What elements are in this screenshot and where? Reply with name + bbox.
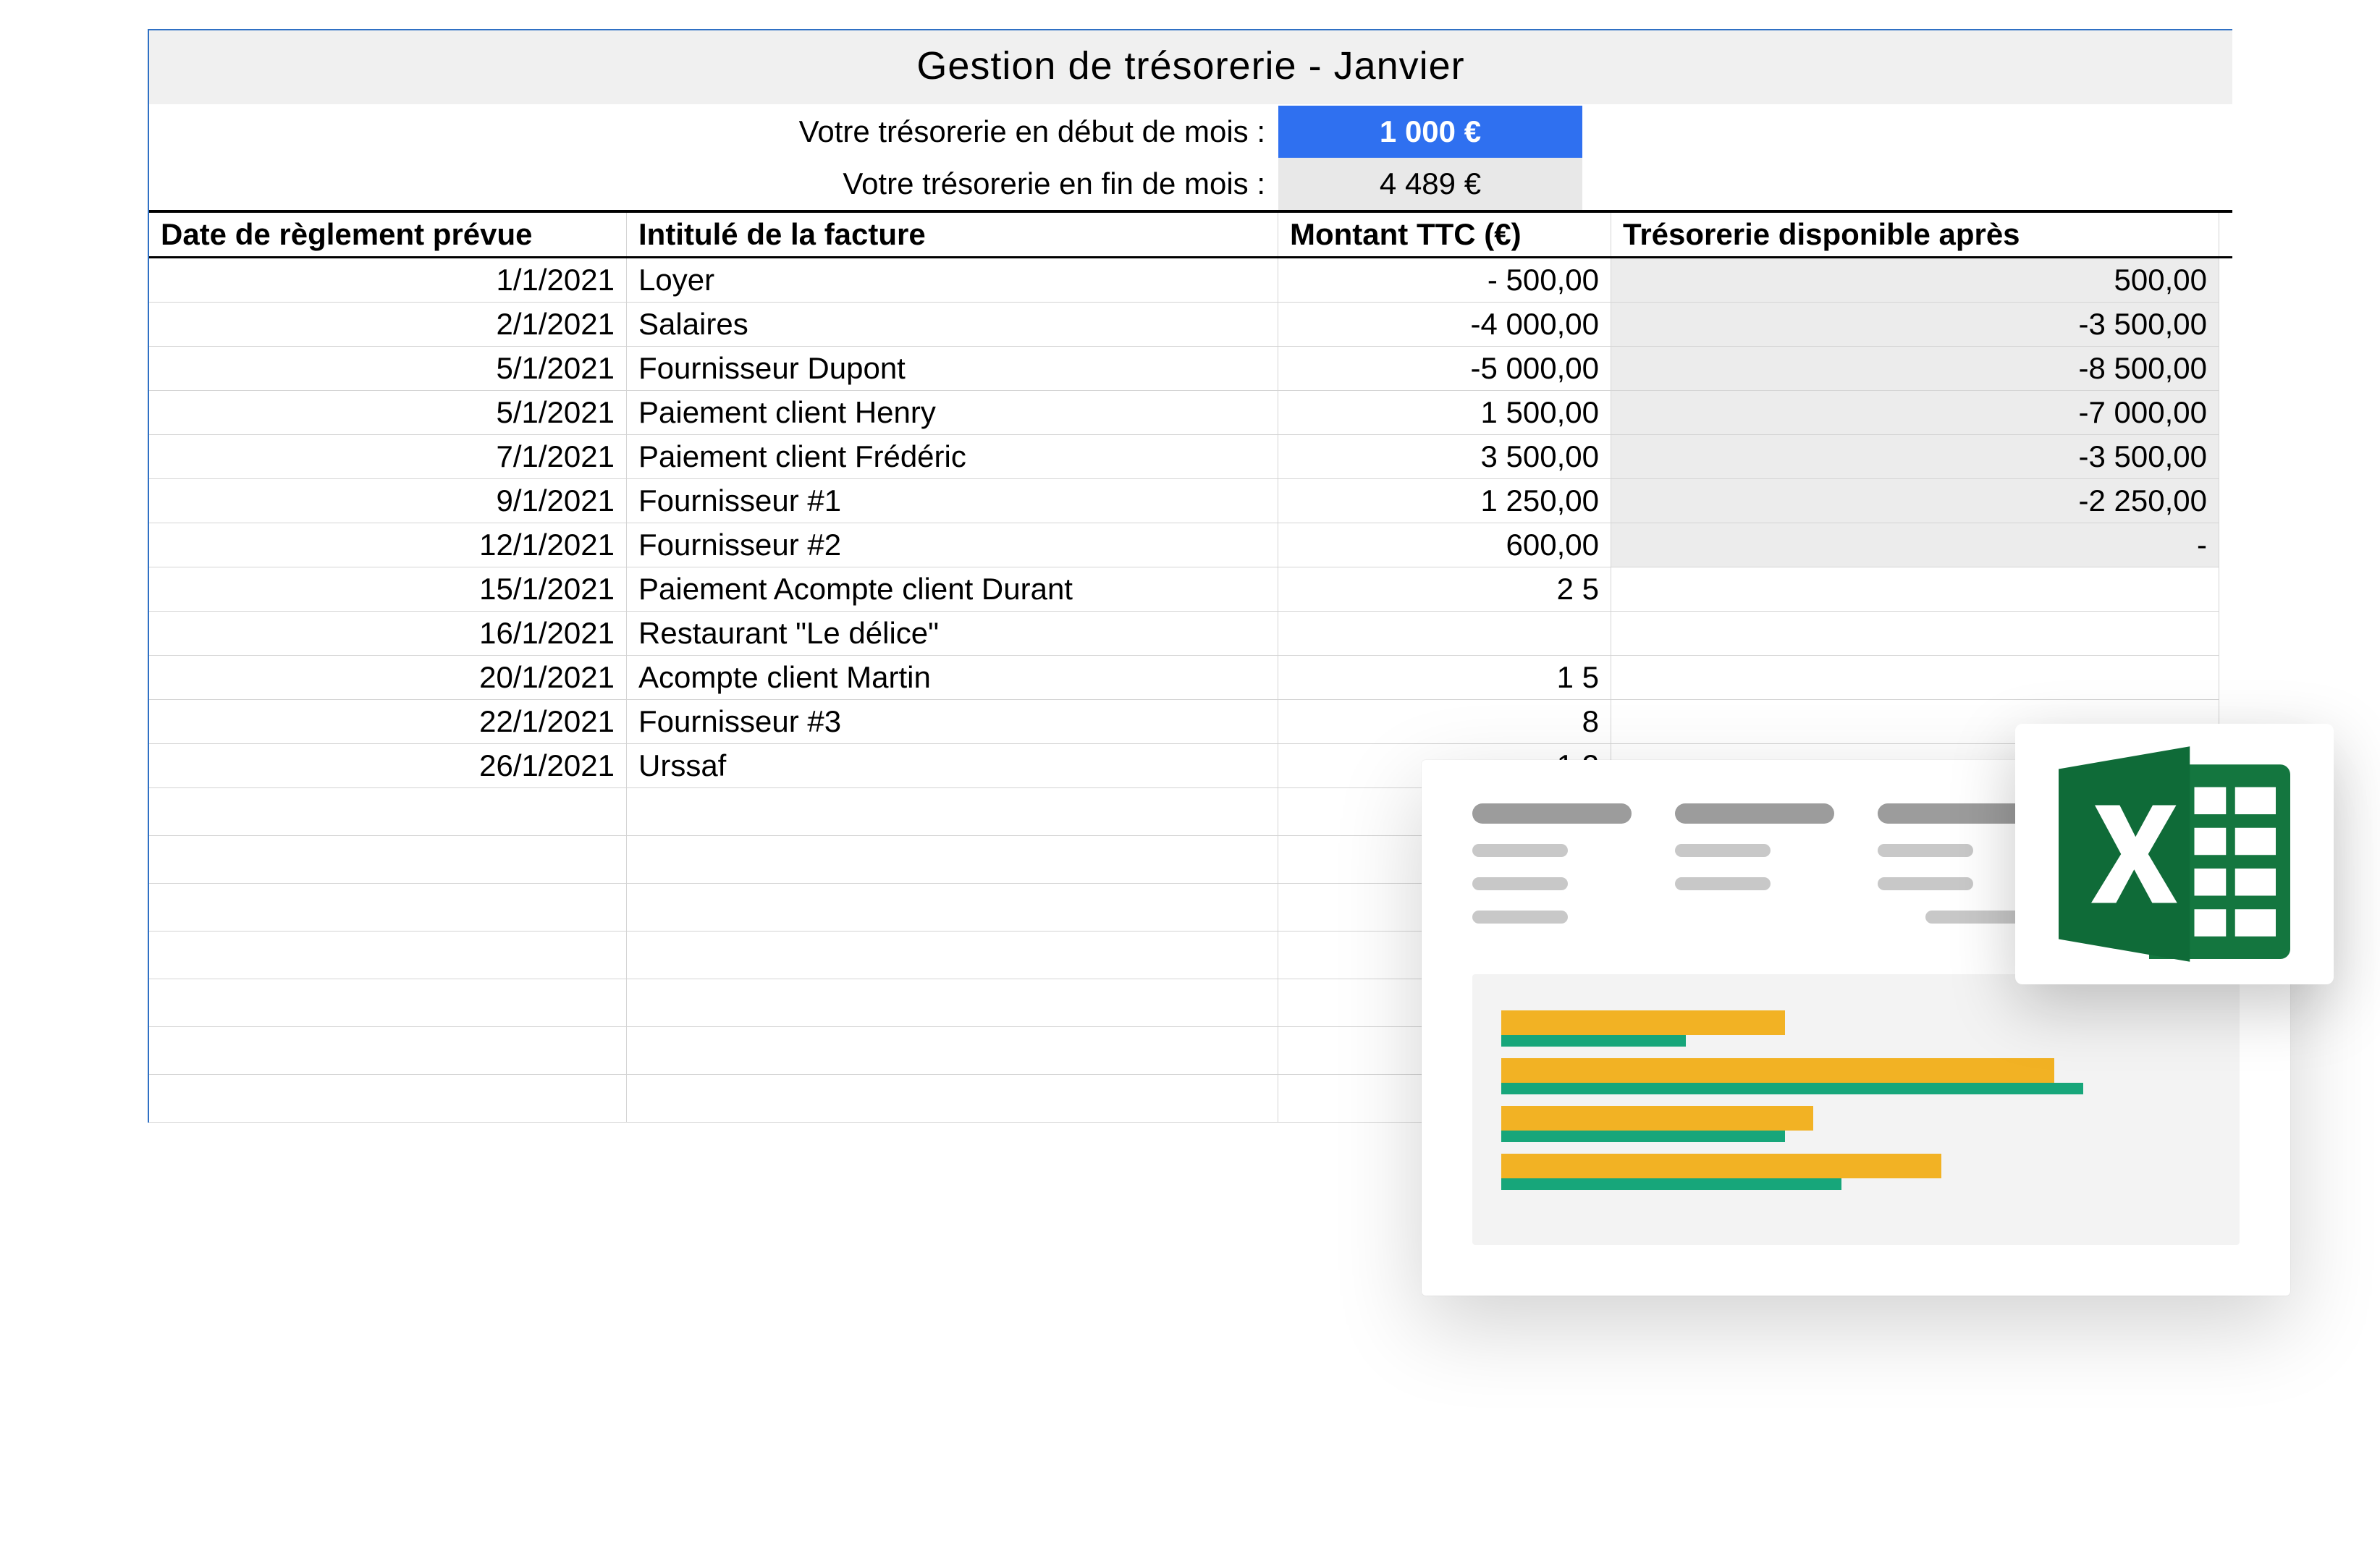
cell-label[interactable]: Loyer <box>627 258 1278 303</box>
placeholder-pill <box>1472 877 1568 890</box>
cell-balance[interactable]: 500,00 <box>1611 258 2219 303</box>
table-row[interactable]: 1/1/2021Loyer- 500,00500,00 <box>149 258 2232 303</box>
table-row[interactable]: 2/1/2021Salaires-4 000,00-3 500,00 <box>149 303 2232 347</box>
cell-label[interactable]: Fournisseur #3 <box>627 700 1278 744</box>
placeholder-pill <box>1675 844 1771 857</box>
cell-label[interactable]: Salaires <box>627 303 1278 347</box>
placeholder-pill <box>1675 803 1834 824</box>
cell-label[interactable]: Fournisseur #1 <box>627 479 1278 523</box>
bar-yellow <box>1501 1154 1941 1178</box>
cell-label[interactable]: Paiement client Henry <box>627 391 1278 435</box>
col-header-amount: Montant TTC (€) <box>1278 213 1611 256</box>
col-header-balance: Trésorerie disponible après <box>1611 213 2219 256</box>
cell-balance[interactable]: -8 500,00 <box>1611 347 2219 391</box>
placeholder-pill <box>1472 803 1632 824</box>
cell-date[interactable]: 7/1/2021 <box>149 435 627 479</box>
cell-balance[interactable] <box>1611 567 2219 612</box>
cell-date[interactable]: 5/1/2021 <box>149 347 627 391</box>
summary-start-label: Votre trésorerie en début de mois : <box>149 106 1278 158</box>
gantt-row <box>1501 1058 2211 1087</box>
cell-label[interactable]: Acompte client Martin <box>627 656 1278 700</box>
table-header: Date de règlement prévue Intitulé de la … <box>149 210 2232 258</box>
bar-yellow <box>1501 1010 1785 1035</box>
cell-date[interactable]: 12/1/2021 <box>149 523 627 567</box>
cell-amount[interactable]: 3 500,00 <box>1278 435 1611 479</box>
cell-label[interactable]: Urssaf <box>627 744 1278 788</box>
gantt-row <box>1501 1106 2211 1135</box>
cell-date[interactable]: 9/1/2021 <box>149 479 627 523</box>
cell-date[interactable]: 15/1/2021 <box>149 567 627 612</box>
bar-yellow <box>1501 1106 1813 1131</box>
cell-date[interactable]: 16/1/2021 <box>149 612 627 656</box>
table-body: 1/1/2021Loyer- 500,00500,002/1/2021Salai… <box>149 258 2232 788</box>
cell-balance[interactable]: -2 250,00 <box>1611 479 2219 523</box>
placeholder-pill <box>1472 844 1568 857</box>
table-row[interactable]: 5/1/2021Fournisseur Dupont-5 000,00-8 50… <box>149 347 2232 391</box>
cell-balance[interactable] <box>1611 612 2219 656</box>
cell-balance[interactable]: -3 500,00 <box>1611 303 2219 347</box>
cell-date[interactable]: 20/1/2021 <box>149 656 627 700</box>
bar-yellow <box>1501 1058 2054 1083</box>
cell-label[interactable]: Paiement client Frédéric <box>627 435 1278 479</box>
bar-green <box>1501 1083 2083 1094</box>
gantt-row <box>1501 1154 2211 1183</box>
placeholder-pill <box>1878 877 1973 890</box>
placeholder-pill <box>1925 911 2021 924</box>
cell-amount[interactable]: 2 5 <box>1278 567 1611 612</box>
cell-balance[interactable]: -3 500,00 <box>1611 435 2219 479</box>
cell-amount[interactable]: 1 5 <box>1278 656 1611 700</box>
cell-balance[interactable] <box>1611 656 2219 700</box>
cell-label[interactable]: Fournisseur Dupont <box>627 347 1278 391</box>
table-row[interactable]: 22/1/2021Fournisseur #38 <box>149 700 2232 744</box>
excel-icon <box>2059 745 2290 963</box>
table-row[interactable]: 5/1/2021Paiement client Henry1 500,00-7 … <box>149 391 2232 435</box>
excel-badge <box>2015 724 2334 984</box>
gantt-chart <box>1472 974 2240 1245</box>
cell-amount[interactable]: 1 250,00 <box>1278 479 1611 523</box>
table-row[interactable]: 12/1/2021Fournisseur #2600,00- <box>149 523 2232 567</box>
cell-amount[interactable]: 1 500,00 <box>1278 391 1611 435</box>
cell-label[interactable]: Fournisseur #2 <box>627 523 1278 567</box>
col-header-label: Intitulé de la facture <box>627 213 1278 256</box>
cell-label[interactable]: Paiement Acompte client Durant <box>627 567 1278 612</box>
col-header-date: Date de règlement prévue <box>149 213 627 256</box>
cell-balance[interactable]: -7 000,00 <box>1611 391 2219 435</box>
table-row[interactable]: 9/1/2021Fournisseur #11 250,00-2 250,00 <box>149 479 2232 523</box>
placeholder-pill <box>1472 911 1568 924</box>
summary-end-value: 4 489 € <box>1278 158 1582 210</box>
cell-amount[interactable]: -4 000,00 <box>1278 303 1611 347</box>
cell-date[interactable]: 1/1/2021 <box>149 258 627 303</box>
cell-label[interactable]: Restaurant "Le délice" <box>627 612 1278 656</box>
bar-green <box>1501 1178 1841 1190</box>
cell-date[interactable]: 2/1/2021 <box>149 303 627 347</box>
table-row[interactable]: 7/1/2021Paiement client Frédéric3 500,00… <box>149 435 2232 479</box>
table-row[interactable]: 15/1/2021Paiement Acompte client Durant2… <box>149 567 2232 612</box>
cell-amount[interactable]: - 500,00 <box>1278 258 1611 303</box>
placeholder-pill <box>1878 844 1973 857</box>
cell-amount[interactable]: 8 <box>1278 700 1611 744</box>
cell-balance[interactable]: - <box>1611 523 2219 567</box>
summary-end-row: Votre trésorerie en fin de mois : 4 489 … <box>149 158 2232 210</box>
cell-date[interactable]: 5/1/2021 <box>149 391 627 435</box>
bar-green <box>1501 1035 1686 1047</box>
placeholder-pill <box>1878 803 2037 824</box>
cell-amount[interactable] <box>1278 612 1611 656</box>
summary-start-value[interactable]: 1 000 € <box>1278 106 1582 158</box>
cell-date[interactable]: 22/1/2021 <box>149 700 627 744</box>
page-title: Gestion de trésorerie - Janvier <box>149 30 2232 106</box>
placeholder-pill <box>1675 877 1771 890</box>
table-row[interactable]: 20/1/2021Acompte client Martin1 5 <box>149 656 2232 700</box>
cell-date[interactable]: 26/1/2021 <box>149 744 627 788</box>
summary-end-label: Votre trésorerie en fin de mois : <box>149 158 1278 210</box>
table-row[interactable]: 16/1/2021Restaurant "Le délice" <box>149 612 2232 656</box>
gantt-row <box>1501 1010 2211 1039</box>
cell-amount[interactable]: -5 000,00 <box>1278 347 1611 391</box>
summary-start-row: Votre trésorerie en début de mois : 1 00… <box>149 106 2232 158</box>
cell-amount[interactable]: 600,00 <box>1278 523 1611 567</box>
bar-green <box>1501 1131 1785 1142</box>
